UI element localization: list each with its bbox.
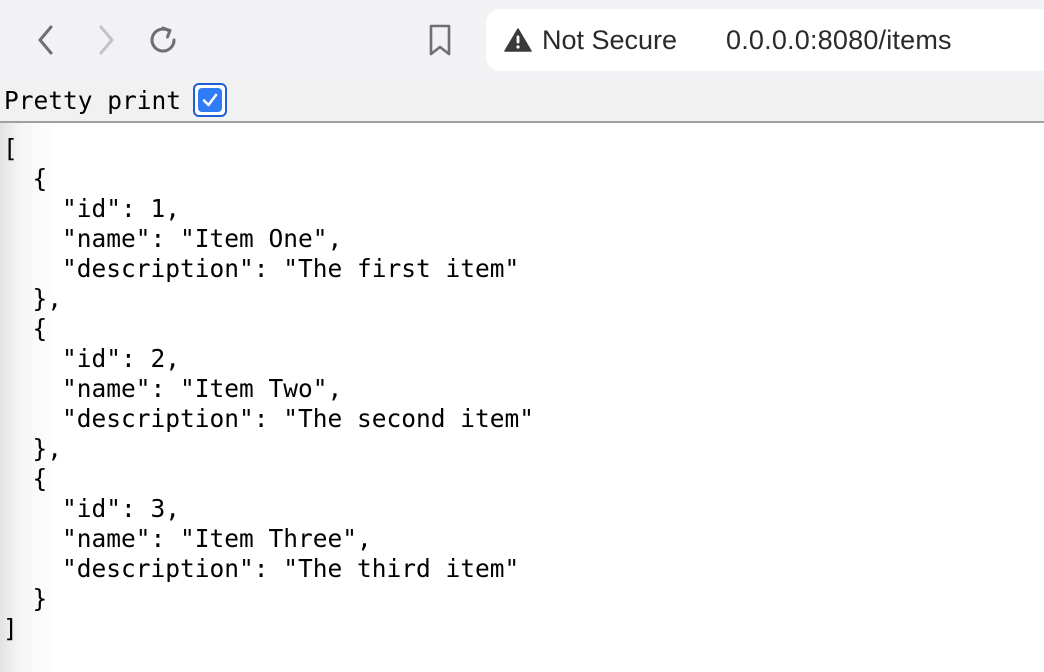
warning-triangle-icon[interactable] <box>504 28 532 52</box>
json-line: [ <box>3 134 18 163</box>
forward-button[interactable] <box>88 20 124 60</box>
chevron-right-icon <box>99 25 114 55</box>
bookmark-icon <box>429 24 451 56</box>
json-line: "description": "The first item" <box>3 254 520 283</box>
checkmark-icon <box>202 93 218 107</box>
address-bar[interactable]: Not Secure 0.0.0.0:8080/items <box>486 9 1044 71</box>
reload-icon <box>150 26 176 53</box>
json-content: [ { "id": 1, "name": "Item One", "descri… <box>0 134 534 644</box>
json-line: ] <box>3 614 18 643</box>
pretty-print-bar: Pretty print <box>0 80 1044 123</box>
json-line: { <box>3 164 48 193</box>
json-line: }, <box>3 284 63 313</box>
json-line: { <box>3 464 48 493</box>
json-line: "name": "Item Two", <box>3 374 343 403</box>
json-line: "id": 3, <box>3 494 181 523</box>
security-label[interactable]: Not Secure <box>542 23 677 57</box>
json-line: "description": "The third item" <box>3 554 520 583</box>
json-line: "id": 1, <box>3 194 181 223</box>
json-line: } <box>3 584 48 613</box>
url-text[interactable]: 0.0.0.0:8080/items <box>726 23 952 57</box>
pretty-print-label: Pretty print <box>4 86 182 115</box>
json-line: "id": 2, <box>3 344 181 373</box>
checkbox-fill <box>198 88 222 112</box>
browser-toolbar: Not Secure 0.0.0.0:8080/items <box>0 0 1044 80</box>
json-line: }, <box>3 434 63 463</box>
json-line: "name": "Item One", <box>3 224 343 253</box>
chevron-left-icon <box>38 25 53 55</box>
json-line: { <box>3 314 48 343</box>
json-line: "description": "The second item" <box>3 404 535 433</box>
json-line: "name": "Item Three", <box>3 524 372 553</box>
reload-button[interactable] <box>146 20 182 60</box>
bookmark-button[interactable] <box>422 20 458 60</box>
pretty-print-checkbox[interactable] <box>193 83 227 117</box>
back-button[interactable] <box>28 20 64 60</box>
